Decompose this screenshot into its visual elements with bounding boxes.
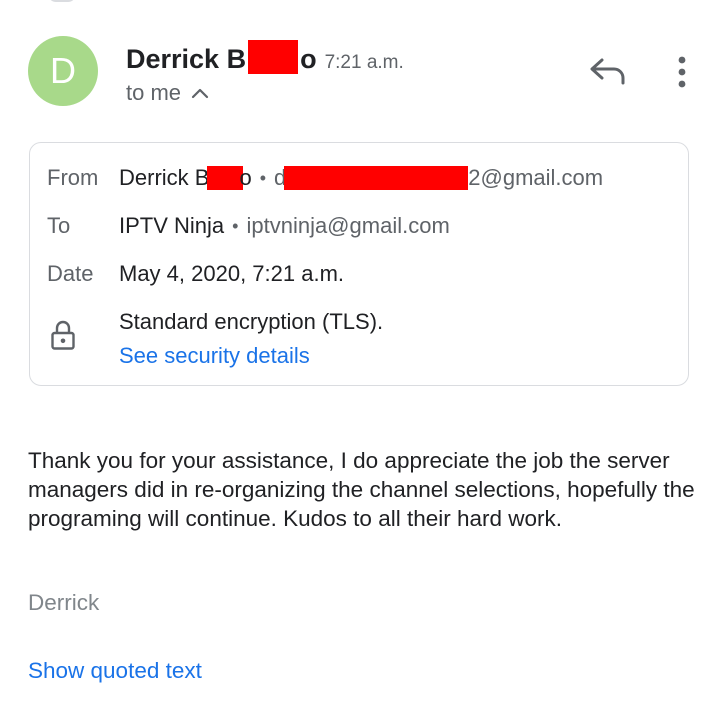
avatar-letter: D	[50, 50, 76, 91]
from-label: From	[47, 165, 99, 190]
date-value: May 4, 2020, 7:21 a.m.	[119, 261, 344, 287]
separator-dot: •	[259, 167, 267, 188]
message-details-card: From Derrick B o • d 2@gmail.com To IPTV…	[29, 142, 689, 386]
show-quoted-text-link[interactable]: Show quoted text	[28, 658, 202, 684]
recipient-toggle-label: to me	[126, 80, 182, 105]
from-email-end: 2@gmail.com	[468, 165, 604, 190]
to-label: To	[47, 213, 71, 238]
message-body: Thank you for your assistance, I do appr…	[28, 448, 695, 531]
date-text: May 4, 2020, 7:21 a.m.	[119, 261, 345, 286]
redaction-box	[248, 40, 299, 74]
sender-name-start: Derrick B	[126, 44, 247, 74]
recipient-toggle[interactable]: to me	[126, 80, 209, 106]
separator-dot: •	[232, 215, 239, 236]
encryption-value: Standard encryption (TLS).	[119, 309, 383, 335]
from-value: Derrick B o • d 2@gmail.com	[119, 165, 603, 191]
sender-name-end: o	[300, 44, 317, 74]
redaction-box	[284, 166, 469, 190]
security-details-link[interactable]: See security details	[119, 343, 310, 369]
from-name-start: Derrick B	[119, 165, 210, 190]
to-value: IPTV Ninja • iptvninja@gmail.com	[119, 213, 450, 239]
to-name: IPTV Ninja	[119, 213, 225, 238]
reply-icon[interactable]	[588, 54, 628, 88]
to-email: iptvninja@gmail.com	[246, 213, 450, 238]
email-view: D Derrick B o 7:21 a.m. to me From Derri…	[0, 0, 720, 720]
from-name-end: o	[239, 165, 252, 190]
signature: Derrick	[28, 590, 100, 615]
sender-row: Derrick B o 7:21 a.m.	[126, 34, 404, 75]
more-vert-icon[interactable]	[670, 52, 694, 92]
encryption-text: Standard encryption (TLS).	[119, 309, 384, 334]
date-label: Date	[47, 261, 94, 286]
avatar[interactable]: D	[28, 36, 98, 106]
lock-icon	[51, 320, 75, 350]
message-time: 7:21 a.m.	[324, 52, 404, 73]
chevron-up-icon	[191, 88, 209, 99]
scrolled-element-edge	[48, 0, 76, 2]
redaction-box	[207, 166, 244, 190]
